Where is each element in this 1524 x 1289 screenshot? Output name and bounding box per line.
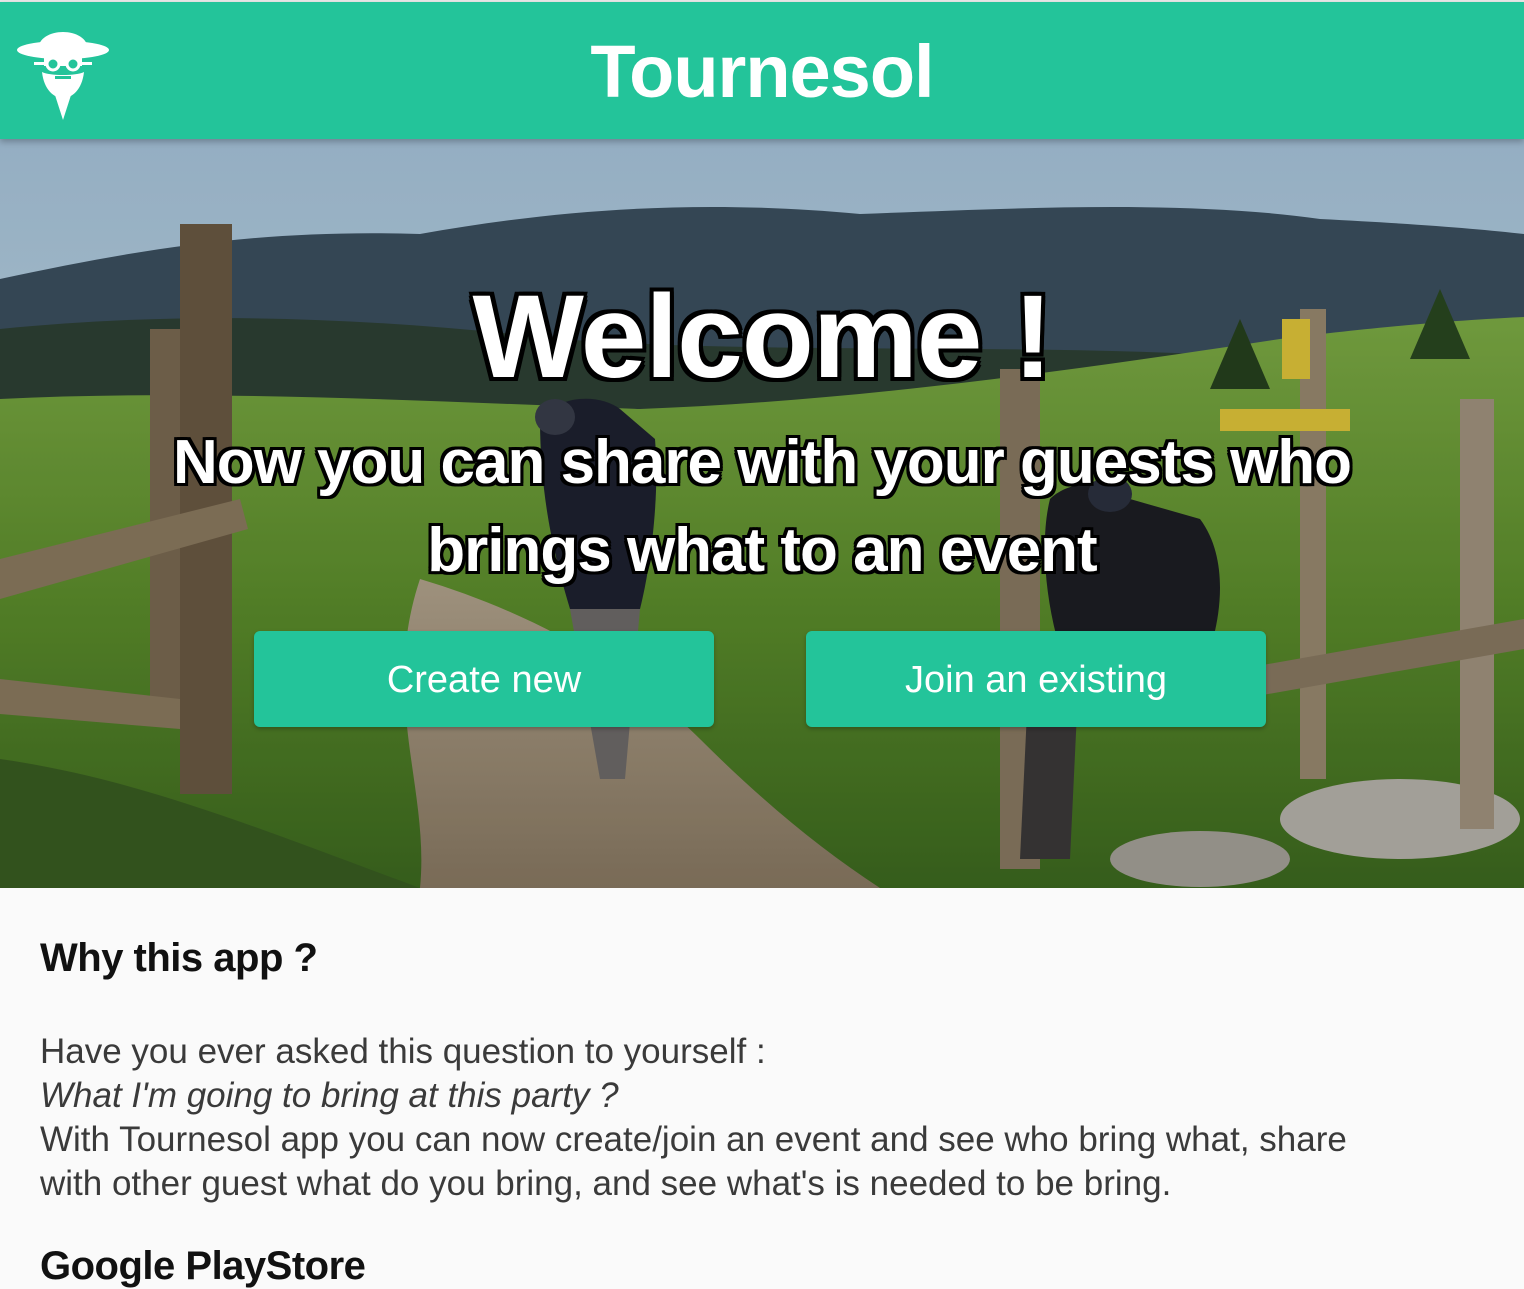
tagline-line-2: brings what to an event	[427, 516, 1097, 585]
hero-tagline: Now you can share with your guests who b…	[0, 419, 1524, 595]
about-line-1: Have you ever asked this question to you…	[40, 1032, 766, 1071]
about-paragraph: Have you ever asked this question to you…	[40, 1030, 1460, 1206]
hero-banner: Welcome ! Now you can share with your gu…	[0, 139, 1524, 888]
about-question: What I'm going to bring at this party ?	[40, 1076, 619, 1115]
why-this-app-heading: Why this app ?	[40, 936, 318, 980]
about-line-3: With Tournesol app you can now create/jo…	[40, 1120, 1347, 1159]
welcome-heading: Welcome !	[472, 271, 1053, 403]
tagline-line-1: Now you can share with your guests who	[172, 428, 1352, 497]
create-new-button[interactable]: Create new	[254, 631, 714, 727]
app-title: Tournesol	[590, 30, 934, 113]
google-playstore-heading: Google PlayStore	[40, 1244, 366, 1288]
join-existing-button[interactable]: Join an existing	[806, 631, 1266, 727]
app-header: Tournesol	[0, 2, 1524, 139]
about-line-4: with other guest what do you bring, and …	[40, 1164, 1172, 1203]
